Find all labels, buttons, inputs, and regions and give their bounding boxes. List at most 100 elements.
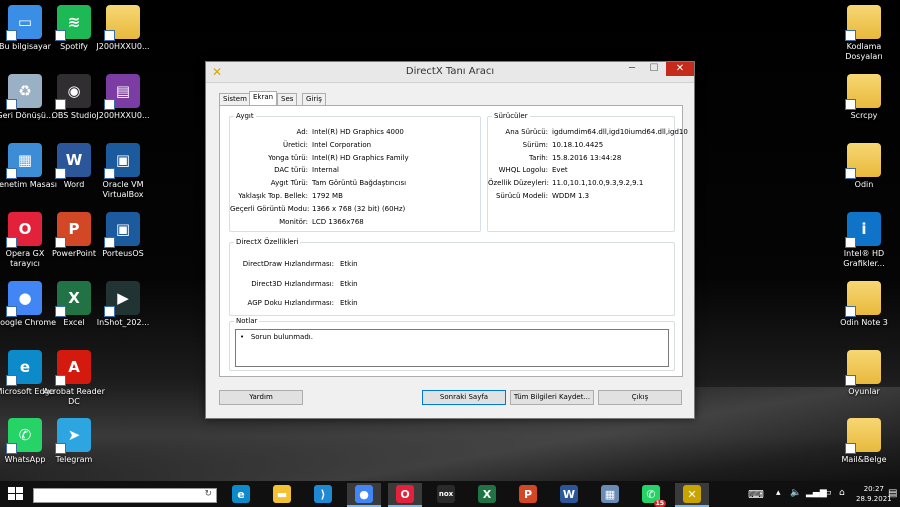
shortcut-arrow-icon xyxy=(845,375,856,386)
taskbar-whatsapp-button[interactable]: ✆ 15 xyxy=(634,483,668,507)
features-group: DirectX Özellikleri DirectDraw Hızlandır… xyxy=(229,238,675,316)
help-button[interactable]: Yardım xyxy=(219,390,303,405)
excel-icon: X xyxy=(478,485,496,503)
desktop-icon[interactable]: Mail&Belge xyxy=(830,418,898,465)
desktop-icon-label: Scrcpy xyxy=(850,111,878,120)
taskbar-excel-button[interactable]: X xyxy=(470,483,504,505)
desktop-icon[interactable]: ▶ InShot_202... xyxy=(89,281,157,328)
opera-gx-icon: O xyxy=(396,485,414,503)
notifications-icon[interactable]: ▤ xyxy=(888,488,897,499)
control-panel-icon: ▦ xyxy=(6,143,42,179)
recycle-bin-icon: ♻ xyxy=(6,74,42,110)
taskbar-directx-button[interactable]: ✕ xyxy=(675,483,709,507)
exit-button[interactable]: Çıkış xyxy=(598,390,682,405)
language-icon[interactable]: ⌂ xyxy=(839,488,845,498)
shortcut-arrow-icon xyxy=(55,99,66,110)
taskbar-vscode-button[interactable]: ⟩ xyxy=(306,483,340,505)
word-icon: W xyxy=(560,485,578,503)
shortcut-arrow-icon xyxy=(845,443,856,454)
desktop-icon[interactable]: Kodlama Dosyaları xyxy=(830,5,898,62)
taskbar-nox-button[interactable]: nox xyxy=(429,483,463,505)
virtualbox-icon: ▣ xyxy=(104,212,140,248)
desktop-icon[interactable]: A Acrobat Reader DC xyxy=(40,350,108,407)
tab-giris[interactable]: Giriş xyxy=(302,93,326,105)
folder-icon xyxy=(845,143,881,179)
whatsapp-icon: ✆ xyxy=(6,418,42,454)
desktop-icon[interactable]: Odin xyxy=(830,143,898,190)
desktop-icon[interactable]: ▤ J200HXXU0... xyxy=(89,74,157,121)
desktop-icon[interactable]: J200HXXU0... xyxy=(89,5,157,52)
driver-key: WHQL Logolu: xyxy=(498,166,548,175)
taskbar-clock[interactable]: 20:27 28.9.2021 xyxy=(856,484,892,504)
battery-icon[interactable]: ▭ xyxy=(823,488,832,498)
device-key: Ad: xyxy=(296,128,308,136)
device-value: Intel(R) HD Graphics Family xyxy=(312,153,409,162)
device-value: Intel Corporation xyxy=(312,140,372,149)
desktop-icon[interactable]: Odin Note 3 xyxy=(830,281,898,328)
taskbar-word-button[interactable]: W xyxy=(552,483,586,505)
taskbar-file-explorer-button[interactable]: ▬ xyxy=(265,483,299,505)
windows-logo-icon xyxy=(8,487,15,493)
close-button[interactable]: ✕ xyxy=(666,62,694,76)
taskbar-powerpoint-button[interactable]: P xyxy=(511,483,545,505)
folder-icon xyxy=(104,5,140,41)
desktop-icon[interactable]: Oyunlar xyxy=(830,350,898,397)
desktop-icon-label: Kodlama Dosyaları xyxy=(845,42,883,61)
feature-key: AGP Doku Hızlandırması: xyxy=(247,299,334,307)
telegram-icon: ➤ xyxy=(55,418,91,454)
shortcut-arrow-icon xyxy=(55,375,66,386)
minimize-button[interactable]: ─ xyxy=(622,62,642,76)
shortcut-arrow-icon xyxy=(6,237,17,248)
driver-value: WDDM 1.3 xyxy=(552,192,590,200)
desktop-icon-label: Oracle VM VirtualBox xyxy=(102,180,144,199)
desktop-icon[interactable]: ▣ PorteusOS xyxy=(89,212,157,259)
chevron-up-icon[interactable]: ▴ xyxy=(776,488,781,498)
desktop-icon-label: Mail&Belge xyxy=(841,455,887,464)
save-all-info-button[interactable]: Tüm Bilgileri Kaydet... xyxy=(510,390,594,405)
tab-ses[interactable]: Ses xyxy=(277,93,298,105)
feature-key: Direct3D Hızlandırması: xyxy=(251,279,334,288)
device-key: Yonga türü: xyxy=(268,153,308,162)
taskbar-chrome-button[interactable]: ● xyxy=(347,483,381,507)
driver-value: igdumdim64.dll,igd10iumd64.dll,igd10 xyxy=(552,128,688,136)
taskbar: ↻ e ▬ ⟩ ● Onox X P W ▦ ✆ 15 ✕ ⌨ ▴ 🔈 ▂▄▆ ▭ ⌂ 20:27 2… xyxy=(0,481,900,507)
taskbar-opera-gx-button[interactable]: O xyxy=(388,483,422,507)
desktop-icon[interactable]: ▣ Oracle VM VirtualBox xyxy=(89,143,157,200)
excel-icon: X xyxy=(55,281,91,317)
volume-icon[interactable]: 🔈 xyxy=(790,488,801,498)
tab-ekran[interactable]: Ekran xyxy=(249,91,278,106)
tab-sistem[interactable]: Sistem xyxy=(219,93,251,105)
device-value: 1366 x 768 (32 bit) (60Hz) xyxy=(312,204,406,213)
directx-icon: ✕ xyxy=(683,485,701,503)
device-value: Intel(R) HD Graphics 4000 xyxy=(312,128,404,136)
shortcut-arrow-icon xyxy=(55,30,66,41)
window-titlebar[interactable]: ✕ DirectX Tanı Aracı ─ ☐ ✕ xyxy=(206,62,694,83)
taskbar-edge-button[interactable]: e xyxy=(224,483,258,505)
taskbar-search-input[interactable]: ↻ xyxy=(33,488,217,503)
desktop-icon[interactable]: ➤ Telegram xyxy=(40,418,108,465)
notes-textbox[interactable]: • Sorun bulunmadı. xyxy=(235,329,669,367)
folder-icon xyxy=(845,74,881,110)
driver-key: Sürücü Modeli: xyxy=(495,192,548,200)
chrome-icon: ● xyxy=(6,281,42,317)
desktop-icon[interactable]: i Intel® HD Grafikler... xyxy=(830,212,898,269)
keyboard-icon[interactable]: ⌨ xyxy=(748,488,764,501)
shortcut-arrow-icon xyxy=(845,306,856,317)
shortcut-arrow-icon xyxy=(6,99,17,110)
start-button[interactable] xyxy=(8,487,24,501)
refresh-icon: ↻ xyxy=(204,489,212,499)
shortcut-arrow-icon xyxy=(6,30,17,41)
feature-value: Etkin xyxy=(340,299,358,307)
device-key: Monitör: xyxy=(279,217,308,226)
taskbar-control-panel-button[interactable]: ▦ xyxy=(593,483,627,505)
opera-gx-icon: O xyxy=(6,212,42,248)
device-key: Geçerli Görüntü Modu: xyxy=(230,204,310,213)
whatsapp-icon: ✆ 15 xyxy=(642,485,666,507)
maximize-button[interactable]: ☐ xyxy=(644,62,664,76)
next-page-button[interactable]: Sonraki Sayfa xyxy=(422,390,506,405)
shortcut-arrow-icon xyxy=(845,30,856,41)
desktop-icon[interactable]: Scrcpy xyxy=(830,74,898,121)
shortcut-arrow-icon xyxy=(55,306,66,317)
features-legend: DirectX Özellikleri xyxy=(236,238,299,246)
device-value: LCD 1366x768 xyxy=(312,217,364,226)
